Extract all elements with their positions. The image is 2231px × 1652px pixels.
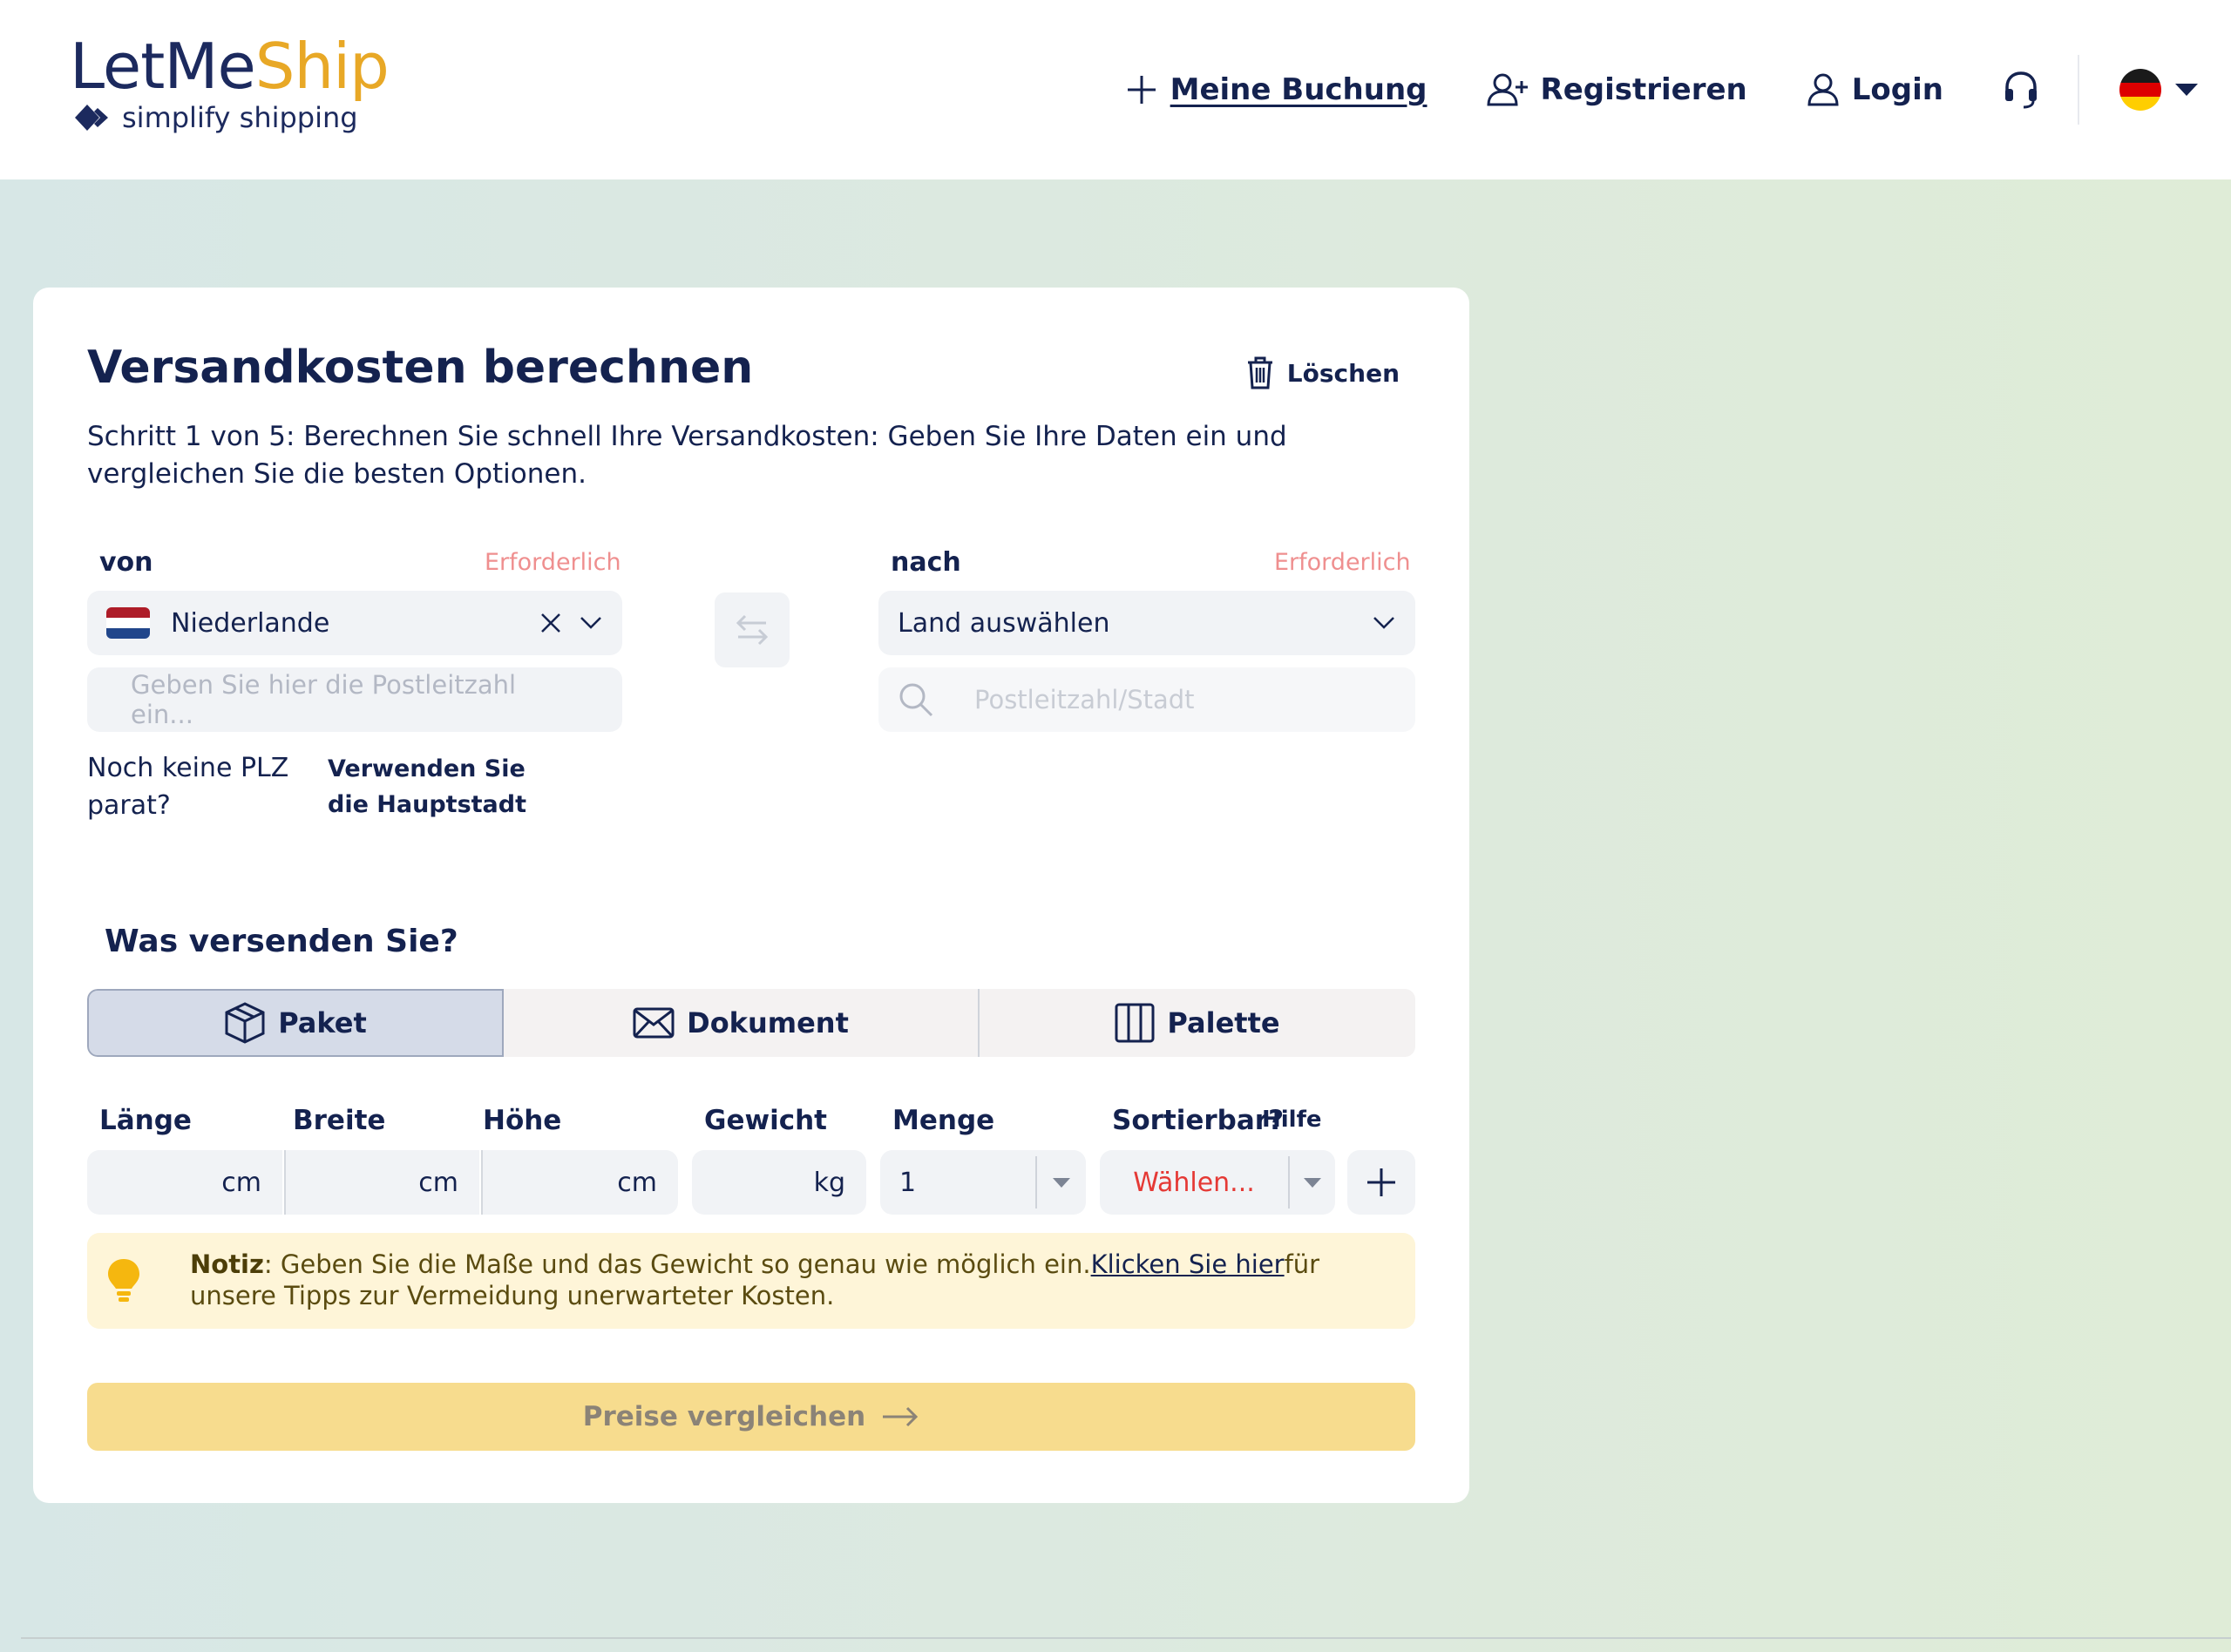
sortable-label: Sortierbar? bbox=[1112, 1105, 1285, 1136]
tab-palette-label: Palette bbox=[1167, 1006, 1280, 1039]
logo-wordmark: LetMeShip bbox=[70, 30, 390, 103]
germany-flag-icon bbox=[2119, 69, 2161, 111]
letmeship-logo[interactable]: LetMeShip simplify shipping bbox=[70, 30, 390, 134]
lightbulb-icon bbox=[108, 1259, 139, 1302]
quantity-select[interactable]: 1 bbox=[880, 1150, 1086, 1215]
help-link[interactable]: Hilfe bbox=[1262, 1107, 1322, 1133]
logo-part1: LetMe bbox=[70, 30, 256, 103]
length-unit: cm bbox=[221, 1167, 261, 1198]
to-country-placeholder: Land auswählen bbox=[898, 607, 1110, 639]
from-required: Erforderlich bbox=[485, 549, 621, 576]
clear-label: Löschen bbox=[1286, 358, 1400, 388]
register-label: Registrieren bbox=[1540, 72, 1747, 107]
note-tips-link[interactable]: Klicken Sie hier bbox=[1091, 1249, 1285, 1279]
from-label: von bbox=[99, 547, 153, 578]
step-description: Schritt 1 von 5: Berechnen Sie schnell I… bbox=[87, 421, 1287, 490]
user-icon bbox=[1807, 73, 1839, 106]
to-postal-placeholder: Postleitzahl/Stadt bbox=[974, 685, 1195, 714]
logo-tagline-row: simplify shipping bbox=[73, 101, 358, 134]
shipping-calculator-card: Versandkosten berechnen Löschen Schritt … bbox=[33, 288, 1469, 1503]
note-banner: Notiz: Geben Sie die Maße und das Gewich… bbox=[87, 1233, 1415, 1329]
shipment-type-tabs: Paket Dokument Palette bbox=[87, 989, 1415, 1057]
login-link[interactable]: Login bbox=[1807, 72, 1943, 107]
from-country-value: Niederlande bbox=[171, 607, 330, 639]
my-booking-link[interactable]: Meine Buchung bbox=[1125, 72, 1427, 107]
box-icon bbox=[225, 1002, 265, 1044]
compare-prices-button[interactable]: Preise vergleichen bbox=[87, 1383, 1415, 1451]
tab-palette[interactable]: Palette bbox=[980, 989, 1415, 1057]
add-package-button[interactable] bbox=[1347, 1150, 1415, 1215]
weight-unit: kg bbox=[813, 1167, 845, 1198]
tab-dokument[interactable]: Dokument bbox=[504, 989, 980, 1057]
length-input[interactable]: cm bbox=[87, 1150, 282, 1215]
top-nav: Meine Buchung Registrieren Login bbox=[1125, 0, 2231, 179]
dimension-row: cm cm cm kg 1 Wählen... bbox=[33, 1150, 1469, 1215]
netherlands-flag-icon bbox=[106, 607, 150, 639]
section-title: Was versenden Sie? bbox=[105, 924, 458, 959]
to-country-select[interactable]: Land auswählen bbox=[878, 591, 1415, 655]
plus-icon bbox=[1127, 76, 1156, 104]
caret-down-icon bbox=[2175, 84, 2198, 96]
nav-separator bbox=[2078, 55, 2079, 125]
caret-down-icon bbox=[1053, 1178, 1070, 1188]
language-selector[interactable] bbox=[2119, 69, 2200, 111]
register-link[interactable]: Registrieren bbox=[1487, 72, 1747, 107]
chevron-down-icon bbox=[580, 617, 601, 629]
to-postal-input[interactable]: Postleitzahl/Stadt bbox=[878, 667, 1415, 732]
logo-tagline: simplify shipping bbox=[122, 101, 358, 134]
sortable-select[interactable]: Wählen... bbox=[1100, 1150, 1335, 1215]
height-input[interactable]: cm bbox=[481, 1150, 678, 1215]
tab-paket[interactable]: Paket bbox=[87, 989, 504, 1057]
compare-prices-label: Preise vergleichen bbox=[582, 1401, 866, 1432]
tab-paket-label: Paket bbox=[278, 1006, 367, 1039]
quantity-value: 1 bbox=[899, 1167, 917, 1198]
arrow-right-icon bbox=[883, 1406, 919, 1427]
from-country-select[interactable]: Niederlande bbox=[87, 591, 622, 655]
login-label: Login bbox=[1851, 72, 1943, 107]
weight-input[interactable]: kg bbox=[692, 1150, 866, 1215]
caret-down-icon bbox=[1304, 1178, 1321, 1188]
trash-icon bbox=[1247, 356, 1272, 389]
support-button[interactable] bbox=[2003, 70, 2039, 110]
logo-part2: Ship bbox=[254, 30, 390, 103]
sortable-value: Wählen... bbox=[1133, 1167, 1255, 1198]
search-icon bbox=[899, 683, 933, 717]
chevron-down-icon bbox=[1373, 617, 1394, 629]
width-input[interactable]: cm bbox=[284, 1150, 479, 1215]
footer-divider bbox=[21, 1637, 2231, 1639]
tab-dokument-label: Dokument bbox=[687, 1006, 849, 1039]
swap-button[interactable] bbox=[715, 592, 790, 667]
clear-button[interactable]: Löschen bbox=[1245, 355, 1400, 390]
note-bold: Notiz bbox=[190, 1249, 264, 1279]
width-label: Breite bbox=[293, 1105, 386, 1136]
envelope-icon bbox=[633, 1007, 675, 1039]
to-label: nach bbox=[891, 547, 961, 578]
plus-icon bbox=[1367, 1168, 1395, 1196]
swap-arrows-icon bbox=[736, 614, 769, 646]
width-unit: cm bbox=[418, 1167, 458, 1198]
note-text: Notiz: Geben Sie die Maße und das Gewich… bbox=[190, 1249, 1401, 1311]
page-title: Versandkosten berechnen bbox=[87, 342, 754, 394]
height-unit: cm bbox=[617, 1167, 657, 1198]
from-postal-input[interactable]: Geben Sie hier die Postleitzahl ein... bbox=[87, 667, 622, 732]
to-required: Erforderlich bbox=[1274, 549, 1411, 576]
length-label: Länge bbox=[99, 1105, 192, 1136]
note-text-1: : Geben Sie die Maße und das Gewicht so … bbox=[263, 1249, 1091, 1279]
height-label: Höhe bbox=[483, 1105, 562, 1136]
user-plus-icon bbox=[1487, 73, 1528, 106]
no-postal-hint: Noch keine PLZ parat? bbox=[87, 753, 289, 821]
clear-x-icon[interactable] bbox=[539, 611, 563, 635]
headset-icon bbox=[2005, 71, 2037, 109]
weight-label: Gewicht bbox=[704, 1105, 827, 1136]
pallet-icon bbox=[1115, 1003, 1155, 1043]
logo-diamond-icon bbox=[75, 105, 108, 131]
from-postal-placeholder: Geben Sie hier die Postleitzahl ein... bbox=[131, 670, 517, 729]
my-booking-label: Meine Buchung bbox=[1170, 72, 1427, 107]
site-header: LetMeShip simplify shipping Meine Buchun… bbox=[0, 0, 2231, 179]
quantity-label: Menge bbox=[892, 1105, 995, 1136]
use-capital-link[interactable]: Verwenden Sie die Hauptstadt bbox=[328, 751, 563, 823]
